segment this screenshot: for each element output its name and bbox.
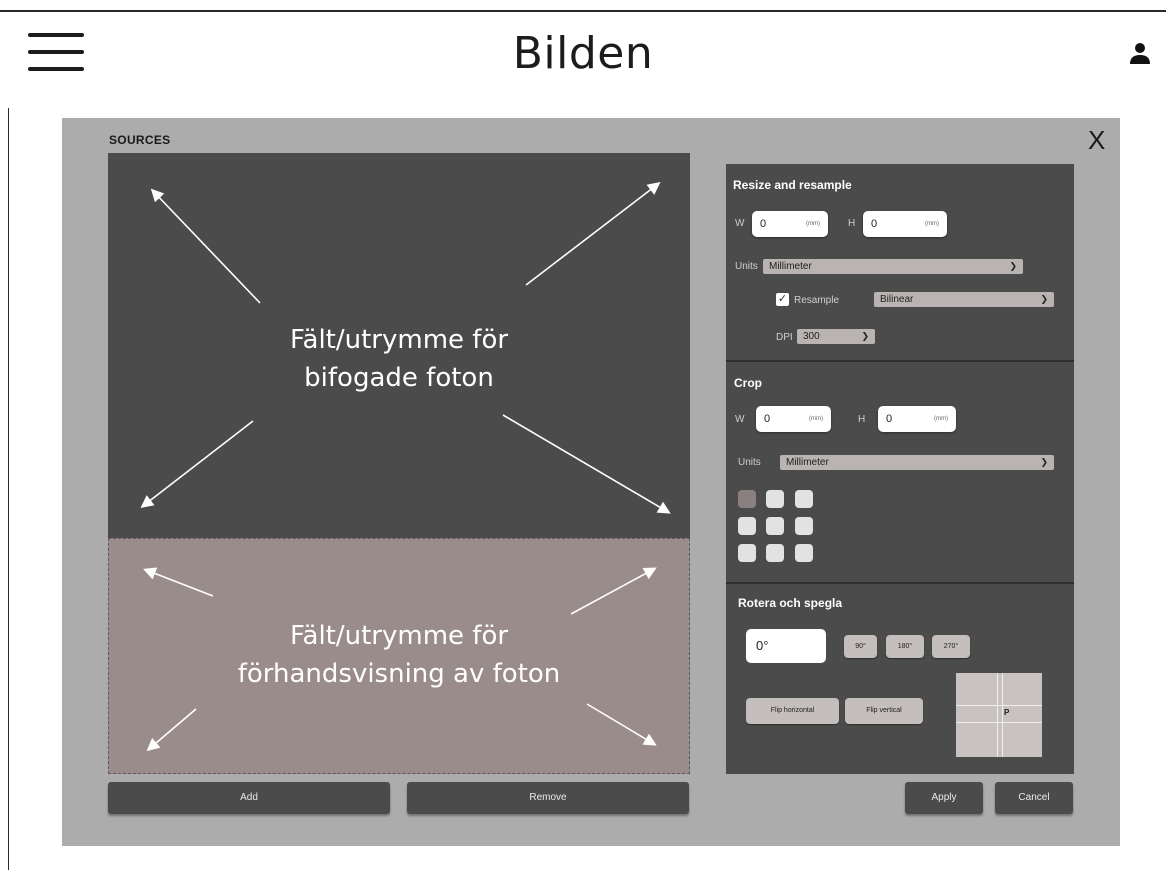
resize-title: Resize and resample (733, 178, 852, 192)
close-button[interactable]: X (1088, 127, 1105, 153)
app-title: Bilden (512, 28, 654, 79)
add-button[interactable]: Add (108, 782, 390, 814)
crop-height-value: 0 (886, 413, 893, 425)
anchor-bottom-center[interactable] (766, 544, 784, 562)
crop-section: Crop W 0 (mm) H 0 (mm) Units Millimeter … (726, 364, 1074, 584)
dpi-label: DPI (776, 332, 793, 343)
anchor-middle-right[interactable] (795, 517, 813, 535)
crop-height-input[interactable]: 0 (mm) (878, 406, 956, 432)
chevron-down-icon: ❯ (1009, 261, 1017, 271)
anchor-middle-left[interactable] (738, 517, 756, 535)
flip-preview: P (956, 673, 1042, 757)
anchor-bottom-right[interactable] (795, 544, 813, 562)
crop-units-value: Millimeter (786, 457, 829, 468)
rotate-title: Rotera och spegla (738, 596, 843, 610)
rotate-flip-section: Rotera och spegla 0° 90° 180° 270° Flip … (726, 586, 1074, 774)
crop-units-label: Units (738, 457, 761, 468)
dpi-select[interactable]: 300 ❯ (797, 329, 875, 344)
label-line: bifogade foton (304, 363, 494, 393)
crop-units-select[interactable]: Millimeter ❯ (780, 455, 1054, 470)
resize-height-value: 0 (871, 218, 878, 230)
anchor-middle-center[interactable] (766, 517, 784, 535)
user-icon[interactable] (1128, 40, 1152, 68)
settings-panel: Resize and resample W 0 (mm) H 0 (mm) Un… (726, 164, 1074, 774)
rotate-270-button[interactable]: 270° (932, 635, 970, 658)
resize-h-label: H (848, 218, 856, 229)
resize-height-input[interactable]: 0 (mm) (863, 211, 947, 237)
resize-units-value: Millimeter (769, 261, 812, 272)
rotation-angle-input[interactable]: 0° (746, 629, 826, 663)
flip-horizontal-button[interactable]: Flip horizontal (746, 698, 839, 724)
image-edit-dialog: SOURCES X Fält/utrymme för bifogade foto… (62, 118, 1120, 846)
chevron-down-icon: ❯ (1040, 294, 1048, 304)
attached-photos-label: Fält/utrymme för bifogade foton (108, 321, 690, 397)
crop-height-unit: (mm) (934, 416, 948, 422)
rotate-90-button[interactable]: 90° (844, 635, 877, 658)
crop-width-unit: (mm) (809, 416, 823, 422)
label-line: Fält/utrymme för (289, 325, 509, 355)
anchor-top-right[interactable] (795, 490, 813, 508)
resize-units-select[interactable]: Millimeter ❯ (763, 259, 1023, 274)
resample-method-value: Bilinear (880, 294, 914, 305)
photo-preview-area: Fält/utrymme för förhandsvisning av foto… (108, 538, 690, 774)
cancel-button[interactable]: Cancel (995, 782, 1073, 814)
resize-width-unit: (mm) (806, 221, 820, 227)
label-line: Fält/utrymme för (289, 621, 509, 651)
dpi-value: 300 (803, 331, 820, 342)
crop-width-input[interactable]: 0 (mm) (756, 406, 831, 432)
left-border (8, 108, 9, 870)
crop-title: Crop (734, 376, 762, 390)
photo-preview-label: Fält/utrymme för förhandsvisning av foto… (109, 617, 689, 693)
crop-w-label: W (735, 414, 745, 425)
top-border (0, 10, 1166, 12)
resize-width-value: 0 (760, 218, 767, 230)
anchor-bottom-left[interactable] (738, 544, 756, 562)
attached-photos-area[interactable]: Fält/utrymme för bifogade foton (108, 153, 690, 538)
anchor-top-left[interactable] (738, 490, 756, 508)
label-line: förhandsvisning av foton (237, 659, 561, 689)
preview-letter: P (1004, 708, 1010, 717)
guide-line (956, 705, 1042, 723)
crop-h-label: H (858, 414, 866, 425)
flip-vertical-button[interactable]: Flip vertical (845, 698, 923, 724)
resize-w-label: W (735, 218, 745, 229)
remove-button[interactable]: Remove (407, 782, 689, 814)
sources-heading: SOURCES (109, 133, 171, 147)
resample-checkbox[interactable]: ✓ (776, 293, 789, 306)
resize-height-unit: (mm) (925, 221, 939, 227)
resize-width-input[interactable]: 0 (mm) (752, 211, 828, 237)
crop-width-value: 0 (764, 413, 771, 425)
anchor-top-center[interactable] (766, 490, 784, 508)
resample-label: Resample (794, 295, 840, 306)
chevron-down-icon: ❯ (861, 331, 869, 341)
chevron-down-icon: ❯ (1040, 457, 1048, 467)
resample-method-select[interactable]: Bilinear ❯ (874, 292, 1054, 307)
rotate-180-button[interactable]: 180° (886, 635, 924, 658)
resize-units-label: Units (735, 261, 758, 272)
apply-button[interactable]: Apply (905, 782, 983, 814)
resize-section: Resize and resample W 0 (mm) H 0 (mm) Un… (726, 164, 1074, 362)
